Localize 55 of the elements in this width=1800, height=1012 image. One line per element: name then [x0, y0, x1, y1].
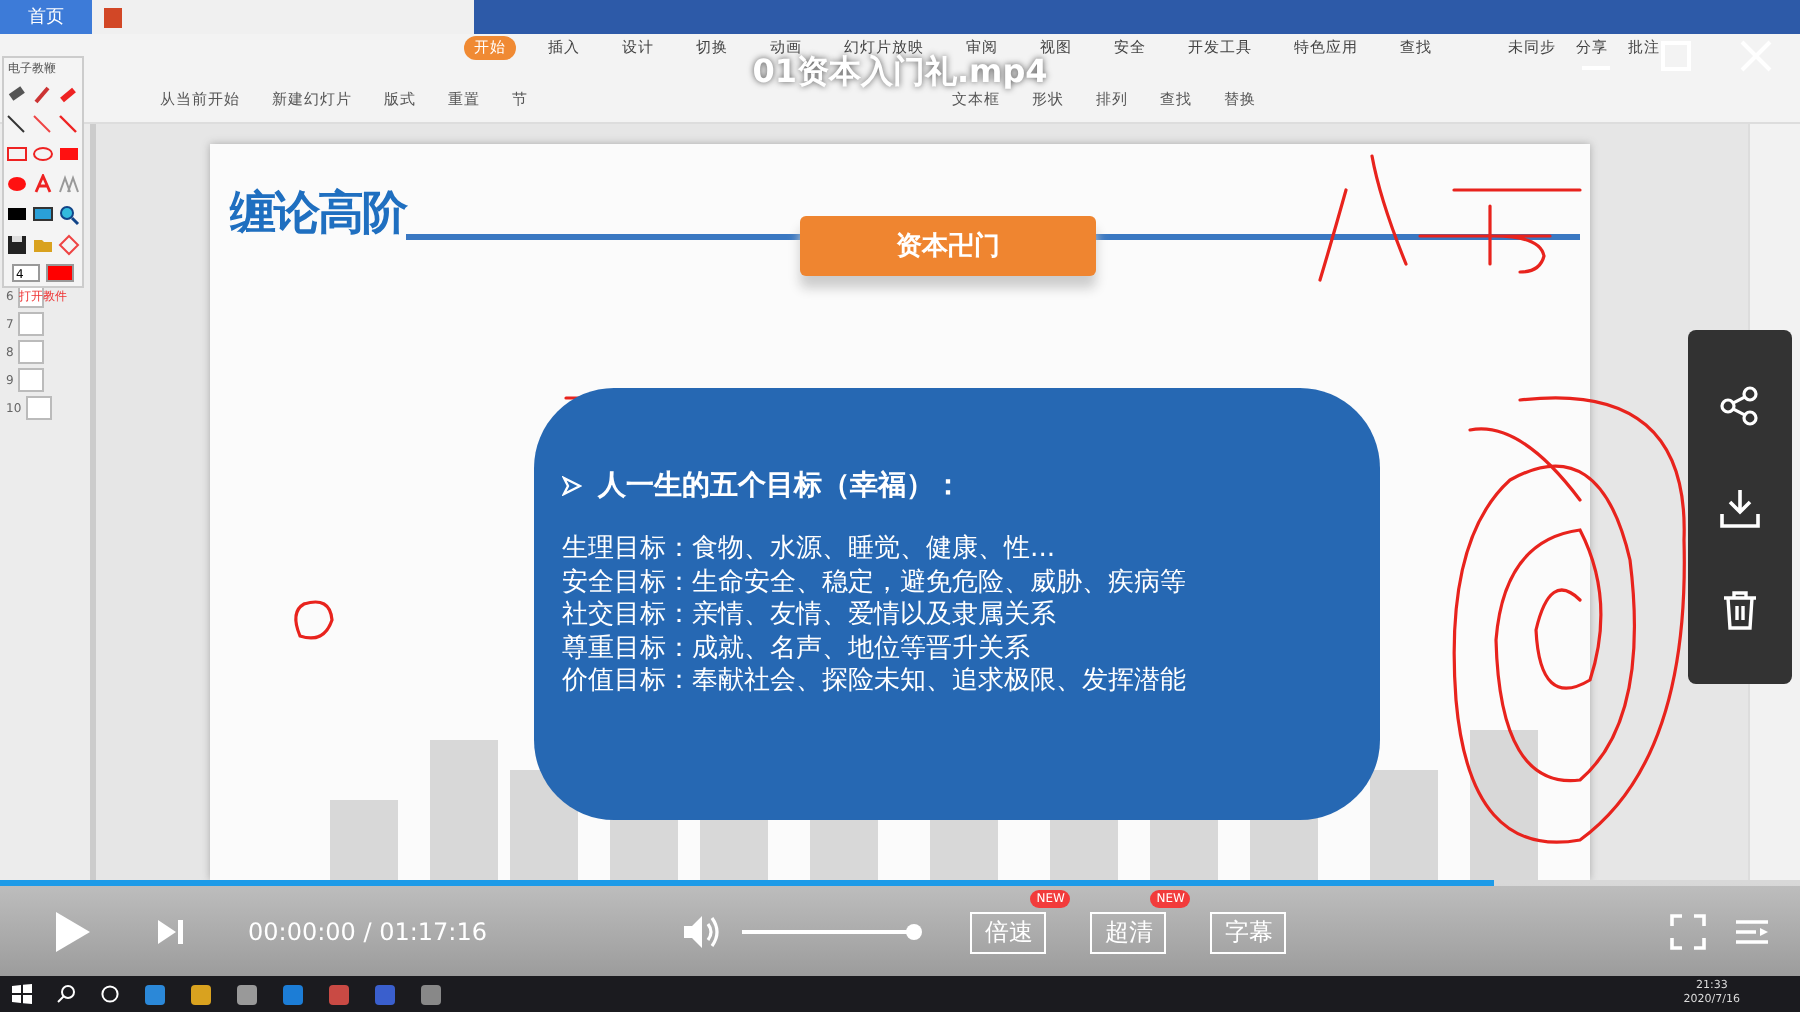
- slide-text-line: 安全目标：生命安全、稳定，避免危险、威胁、疾病等: [562, 567, 1188, 600]
- share-icon[interactable]: [1720, 385, 1760, 425]
- document-tab[interactable]: [92, 0, 474, 34]
- screen-icon: [6, 204, 28, 226]
- diamond-icon: [58, 234, 80, 256]
- slide-text-line: 生理目标：食物、水源、睡觉、健康、性...: [562, 534, 1058, 567]
- app-icon[interactable]: [420, 983, 442, 1005]
- next-icon[interactable]: [156, 917, 184, 945]
- search-icon[interactable]: [56, 984, 76, 1004]
- ellipse-icon: [32, 144, 54, 166]
- screen-icon: [32, 204, 54, 226]
- section-banner: 资本卍门: [800, 216, 1096, 276]
- file-icon: [104, 7, 122, 27]
- app-icon[interactable]: [144, 983, 166, 1005]
- slide-title: 缠论高阶: [230, 186, 406, 244]
- app-icon[interactable]: [328, 983, 350, 1005]
- slide-text-line: 价值目标：奉献社会、探险未知、追求极限、发挥潜能: [562, 666, 1188, 699]
- line-icon: [58, 114, 80, 136]
- delete-icon[interactable]: [1722, 589, 1758, 629]
- slide-heading: 人一生的五个目标（幸福）：: [598, 468, 962, 504]
- slide-text-line: 社交目标：亲情、友情、爱情以及隶属关系: [562, 600, 1058, 633]
- bullet-arrow-icon: [562, 476, 582, 496]
- slide-thumbnail[interactable]: [17, 368, 44, 392]
- fullscreen-icon[interactable]: [1670, 913, 1706, 949]
- line-icon: [32, 114, 54, 136]
- save-icon: [6, 234, 28, 256]
- rectangle-icon: [6, 144, 28, 166]
- volume-icon[interactable]: [682, 913, 723, 949]
- slide-thumbnail[interactable]: [17, 340, 44, 364]
- app-icon[interactable]: [236, 983, 258, 1005]
- play-icon[interactable]: [52, 909, 92, 953]
- download-icon[interactable]: [1720, 487, 1760, 527]
- folder-icon: [32, 234, 54, 256]
- slide-text-line: 尊重目标：成就、名声、地位等晋升关系: [562, 633, 1032, 666]
- text-icon: [58, 174, 80, 196]
- color-picker[interactable]: [46, 264, 74, 282]
- slide-thumbnail[interactable]: [25, 396, 52, 420]
- ellipse-icon: [6, 174, 28, 196]
- video-title: 01资本入门礼.mp4: [752, 54, 1048, 90]
- text-icon: [32, 174, 54, 196]
- line-icon: [6, 114, 28, 136]
- magnifier-icon: [58, 204, 80, 226]
- app-icon[interactable]: [190, 983, 212, 1005]
- home-tab[interactable]: 首页: [0, 0, 92, 34]
- eraser-icon: [6, 84, 28, 106]
- windows-icon[interactable]: [12, 984, 32, 1004]
- playlist-icon[interactable]: [1734, 917, 1770, 945]
- app-icon[interactable]: [282, 983, 304, 1005]
- slide-thumbnail[interactable]: [17, 312, 44, 336]
- playback-time: 00:00:00 / 01:17:16: [248, 917, 487, 945]
- marker-icon: [58, 84, 80, 106]
- circle-icon: [100, 984, 120, 1004]
- progress-bar[interactable]: [0, 880, 1800, 886]
- rectangle-icon: [58, 144, 80, 166]
- pen-icon: [32, 84, 54, 106]
